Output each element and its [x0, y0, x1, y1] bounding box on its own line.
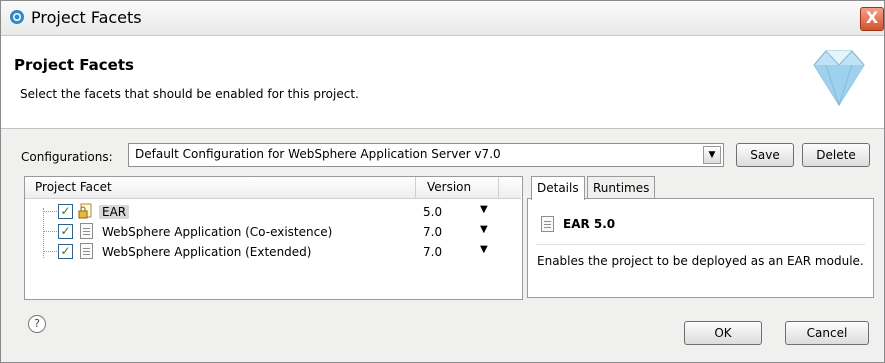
document-icon	[80, 243, 93, 259]
column-header-project-facet[interactable]: Project Facet	[25, 177, 416, 199]
divider	[536, 244, 865, 245]
checkbox-websphere-extended[interactable]: ✓	[58, 244, 73, 259]
details-pane: Details Runtimes EAR 5.0 Enables the pro…	[527, 176, 874, 298]
facet-version[interactable]: 7.0	[423, 245, 442, 259]
banner-subtitle: Select the facets that should be enabled…	[20, 87, 359, 101]
details-title: EAR 5.0	[563, 217, 616, 231]
ok-button[interactable]: OK	[684, 321, 762, 345]
facet-name: WebSphere Application (Extended)	[102, 245, 312, 259]
version-dropdown-icon[interactable]: ▼	[480, 204, 488, 215]
table-row[interactable]: ✓ WebSphere Application (Extended) 7.0 ▼	[25, 242, 521, 262]
version-dropdown-icon[interactable]: ▼	[480, 244, 488, 255]
document-icon	[80, 223, 93, 239]
chevron-down-icon[interactable]: ▼	[703, 146, 721, 164]
cancel-button[interactable]: Cancel	[785, 321, 869, 345]
title-bar: Project Facets X	[1, 1, 884, 36]
dialog-body: Configurations: Default Configuration fo…	[1, 129, 884, 362]
close-icon: X	[865, 8, 879, 27]
facet-name: WebSphere Application (Co-existence)	[102, 225, 333, 239]
tab-runtimes[interactable]: Runtimes	[587, 176, 656, 199]
version-dropdown-icon[interactable]: ▼	[480, 224, 488, 235]
tab-details[interactable]: Details	[531, 176, 585, 200]
facet-version[interactable]: 7.0	[423, 225, 442, 239]
details-panel: EAR 5.0 Enables the project to be deploy…	[527, 198, 874, 298]
help-icon[interactable]: ?	[28, 315, 46, 333]
facet-table: Project Facet Version ✓ EAR 5.0 ▼ ✓ WebS…	[24, 176, 523, 300]
details-description: Enables the project to be deployed as an…	[537, 254, 864, 268]
save-button[interactable]: Save	[736, 143, 794, 167]
document-icon	[541, 216, 554, 232]
configurations-dropdown[interactable]: Default Configuration for WebSphere Appl…	[128, 143, 724, 167]
table-row[interactable]: ✓ EAR 5.0 ▼	[25, 202, 521, 222]
column-header-filler	[499, 177, 521, 199]
configurations-label: Configurations:	[21, 150, 113, 164]
project-facets-dialog: Project Facets X Project Facets Select t…	[0, 0, 885, 363]
eclipse-icon	[10, 10, 24, 24]
column-header-version[interactable]: Version	[416, 177, 499, 199]
banner-title: Project Facets	[14, 56, 134, 74]
facet-name: EAR	[99, 205, 130, 219]
delete-button[interactable]: Delete	[802, 143, 870, 167]
checkbox-ear[interactable]: ✓	[58, 204, 73, 219]
ear-lock-icon	[78, 203, 92, 219]
checkbox-websphere-coexistence[interactable]: ✓	[58, 224, 73, 239]
configurations-selected-value: Default Configuration for WebSphere Appl…	[135, 147, 501, 161]
facet-version[interactable]: 5.0	[423, 205, 442, 219]
window-title: Project Facets	[31, 8, 142, 27]
close-button[interactable]: X	[860, 7, 884, 31]
table-row[interactable]: ✓ WebSphere Application (Co-existence) 7…	[25, 222, 521, 242]
header-banner: Project Facets Select the facets that sh…	[1, 36, 884, 129]
diamond-icon	[813, 50, 865, 106]
